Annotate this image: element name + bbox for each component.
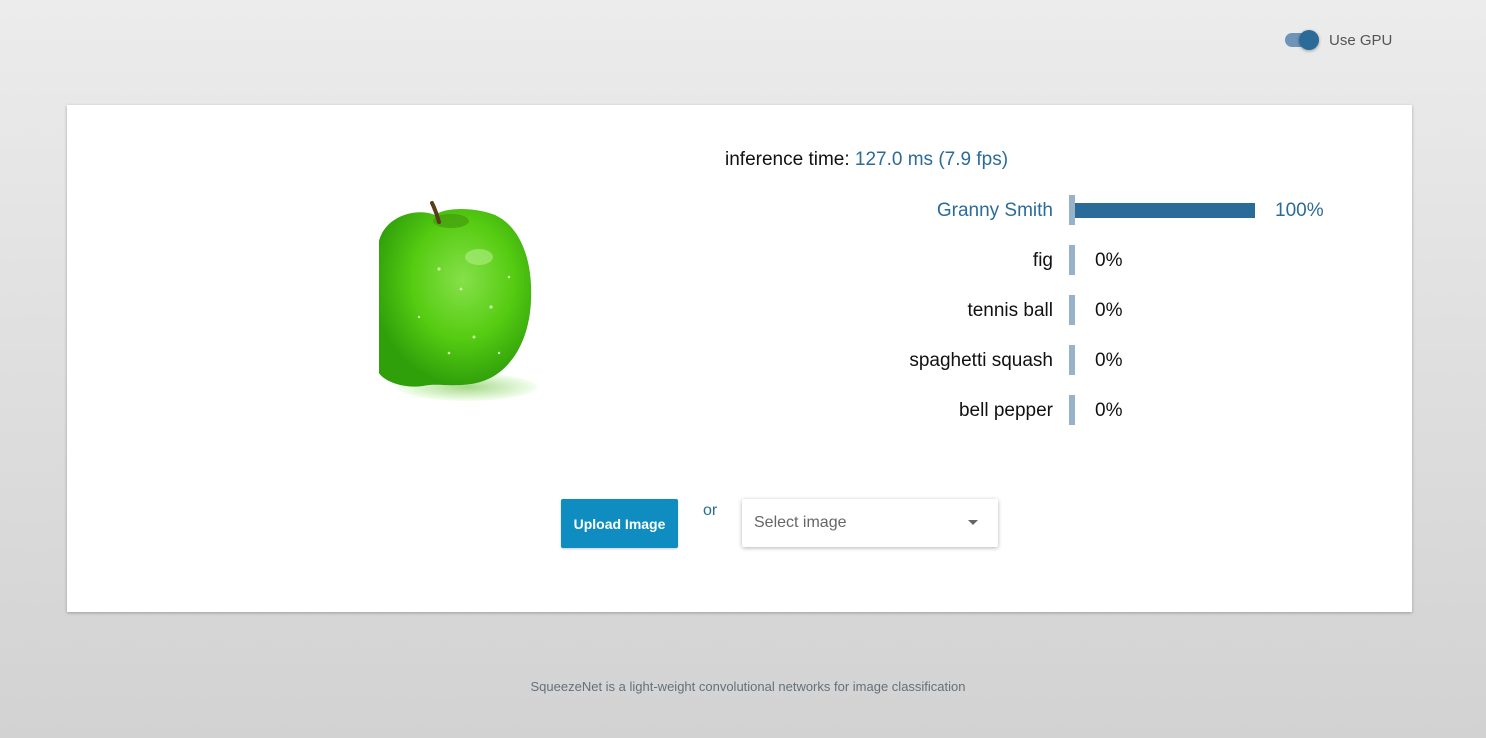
or-separator: or xyxy=(703,502,718,519)
switch-thumb[interactable] xyxy=(1299,30,1319,50)
gpu-label: Use GPU xyxy=(1329,31,1393,49)
prediction-value: 0% xyxy=(1095,300,1123,321)
prediction-bar-track xyxy=(1069,245,1075,275)
use-gpu-toggle[interactable]: Use GPU xyxy=(1284,27,1392,53)
prediction-row: tennis ball 0% xyxy=(767,295,1367,345)
gpu-switch[interactable] xyxy=(1284,27,1320,53)
prediction-label: spaghetti squash xyxy=(909,350,1053,371)
classifier-card: inference time: 127.0 ms (7.9 fps) Grann… xyxy=(67,105,1412,612)
prediction-row: spaghetti squash 0% xyxy=(767,345,1367,395)
select-image-placeholder: Select image xyxy=(754,514,847,531)
prediction-row: bell pepper 0% xyxy=(767,395,1367,445)
prediction-value: 0% xyxy=(1095,350,1123,371)
select-image-dropdown[interactable]: Select image xyxy=(742,499,998,547)
prediction-label: bell pepper xyxy=(958,400,1053,421)
inference-time: inference time: 127.0 ms (7.9 fps) xyxy=(725,149,1008,171)
apple-image xyxy=(379,177,603,401)
preview-image xyxy=(379,177,603,401)
caret-down-icon xyxy=(968,520,978,525)
prediction-bar-fill xyxy=(1075,203,1255,218)
prediction-value: 100% xyxy=(1275,200,1324,221)
prediction-label: Granny Smith xyxy=(936,200,1053,221)
prediction-bar-track xyxy=(1069,395,1075,425)
upload-image-button[interactable]: Upload Image xyxy=(561,499,678,548)
inference-time-label: inference time: xyxy=(725,149,850,170)
prediction-value: 0% xyxy=(1095,250,1123,271)
inference-time-value: 127.0 ms (7.9 fps) xyxy=(854,149,1009,170)
prediction-label: fig xyxy=(1032,250,1053,271)
prediction-value: 0% xyxy=(1095,400,1123,421)
prediction-row: Granny Smith 100% xyxy=(767,195,1367,245)
prediction-bar-track xyxy=(1069,345,1075,375)
predictions-list: Granny Smith 100% fig 0% tennis ball 0% … xyxy=(767,195,1367,445)
prediction-bar-track xyxy=(1069,295,1075,325)
prediction-label: tennis ball xyxy=(967,300,1053,321)
prediction-row: fig 0% xyxy=(767,245,1367,295)
footer-text: SqueezeNet is a light-weight convolution… xyxy=(530,679,966,694)
